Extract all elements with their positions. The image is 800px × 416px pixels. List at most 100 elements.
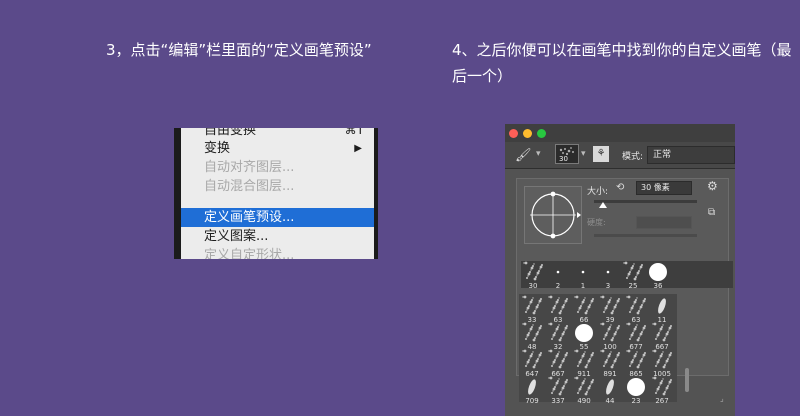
title-bar	[505, 124, 735, 142]
minimize-button[interactable]	[523, 129, 532, 138]
preset-brush-tile[interactable]	[572, 294, 596, 318]
brush-size-label: 267	[655, 397, 669, 405]
brush-tip-icon	[548, 322, 569, 342]
menu-item-label: 变换	[204, 141, 231, 156]
step3-text: 3，点击“编辑”栏里面的“定义画笔预设”	[106, 41, 372, 59]
preset-brush-tile[interactable]	[572, 348, 596, 372]
brush-tip-icon	[652, 349, 673, 369]
new-preset-icon[interactable]: ⧉	[708, 207, 715, 218]
brush-size-label: 30	[528, 282, 538, 290]
menu-item-transform[interactable]: 变换 ▶	[181, 139, 374, 158]
brush-tip-icon	[626, 322, 647, 342]
brush-size-label: 3	[605, 282, 611, 290]
brush-size-label: 709	[525, 397, 539, 405]
brush-tip-icon	[600, 349, 621, 369]
brush-tip-icon	[556, 270, 560, 274]
menu-item-auto-blend-layers[interactable]: 自动混合图层...	[181, 177, 374, 196]
mode-label: 模式:	[622, 152, 644, 162]
brush-size-label: 490	[577, 397, 591, 405]
recent-brush-tile[interactable]	[521, 260, 545, 284]
brush-size-label: 337	[551, 397, 565, 405]
hardness-field[interactable]	[636, 216, 692, 229]
brush-icon[interactable]: 🖌	[515, 148, 532, 163]
preset-brush-tile[interactable]	[520, 321, 544, 345]
brush-size-label: 44	[605, 397, 615, 405]
preset-brush-tile[interactable]	[624, 348, 648, 372]
brush-tip-icon	[574, 295, 595, 315]
brush-tip-icon	[623, 261, 644, 281]
edit-menu: 自由变换 ⌘T 变换 ▶ 自动对齐图层... 自动混合图层... 定义画笔预设.…	[174, 128, 378, 259]
mode-select[interactable]: 正常	[647, 146, 735, 164]
preset-brush-tile[interactable]	[572, 321, 596, 345]
brush-tip-icon	[649, 263, 667, 281]
preset-brush-tile[interactable]	[520, 348, 544, 372]
brush-tip-icon	[548, 349, 569, 369]
brush-angle-roundness-control[interactable]	[524, 186, 582, 244]
recent-brush-tile[interactable]	[596, 260, 620, 284]
close-button[interactable]	[509, 129, 518, 138]
brush-tip-icon	[652, 376, 673, 396]
menu-item-define-brush-preset[interactable]: 定义画笔预设...	[181, 208, 374, 227]
brush-panel-toggle-icon[interactable]: ⚘	[593, 146, 609, 162]
size-label: 大小:	[587, 187, 609, 197]
menu-item-define-custom-shape[interactable]: 定义自定形状...	[181, 246, 374, 259]
size-slider-thumb[interactable]	[599, 202, 608, 208]
preset-brush-tile[interactable]	[650, 375, 674, 399]
brush-tip-icon	[528, 379, 536, 395]
options-bar: 🖌 ▾ 30 ▾ ⚘ 模式: 正常	[505, 142, 735, 169]
recent-brush-tile[interactable]	[571, 260, 595, 284]
preset-brush-tile[interactable]	[598, 294, 622, 318]
brush-tip-icon	[600, 295, 621, 315]
brush-tip-icon	[627, 378, 645, 396]
brush-tip-icon	[522, 295, 543, 315]
brush-tip-icon	[575, 324, 593, 342]
preset-brush-tile[interactable]	[624, 294, 648, 318]
preset-brush-tile[interactable]	[624, 375, 648, 399]
photoshop-window: 🖌 ▾ 30 ▾ ⚘ 模式: 正常 大小: ⟲ 30 像素 硬度: ⚙ ⧉ ⌟ …	[505, 124, 735, 416]
preset-brush-tile[interactable]	[520, 375, 544, 399]
brush-tip-icon	[652, 322, 673, 342]
brush-preset-size: 30	[559, 155, 568, 163]
size-field[interactable]: 30 像素	[636, 181, 692, 195]
recent-brush-tile[interactable]	[546, 260, 570, 284]
preset-brush-tile[interactable]	[650, 321, 674, 345]
brush-tip-icon	[574, 376, 595, 396]
brush-tip-icon	[523, 261, 544, 281]
brush-tip-icon	[548, 295, 569, 315]
preset-brush-tile[interactable]	[546, 348, 570, 372]
preset-brush-tile[interactable]	[624, 321, 648, 345]
preset-brush-tile[interactable]	[598, 321, 622, 345]
reset-icon[interactable]: ⟲	[616, 182, 624, 193]
preset-brush-tile[interactable]	[650, 348, 674, 372]
size-slider[interactable]	[594, 200, 697, 203]
preset-brush-tile[interactable]	[520, 294, 544, 318]
preset-brush-tile[interactable]	[598, 348, 622, 372]
chevron-down-icon[interactable]: ▾	[536, 149, 541, 159]
brush-tip-icon	[626, 295, 647, 315]
menu-item-label: 自由变换	[204, 128, 257, 138]
brush-size-label: 2	[555, 282, 561, 290]
submenu-arrow-icon: ▶	[354, 143, 362, 154]
preset-brush-tile[interactable]	[650, 294, 674, 318]
preset-brush-tile[interactable]	[546, 294, 570, 318]
preset-brush-tile[interactable]	[572, 375, 596, 399]
recent-brush-tile[interactable]	[621, 260, 645, 284]
chevron-down-icon[interactable]: ▾	[581, 149, 586, 159]
preset-grid-scrollbar[interactable]	[685, 368, 689, 392]
menu-item-define-pattern[interactable]: 定义图案...	[181, 227, 374, 246]
brush-size-label: 23	[631, 397, 641, 405]
hardness-label: 硬度:	[587, 218, 606, 227]
preset-brush-tile[interactable]	[546, 375, 570, 399]
zoom-button[interactable]	[537, 129, 546, 138]
brush-tip-icon	[522, 349, 543, 369]
brush-tip-icon	[522, 322, 543, 342]
brush-size-label: 36	[653, 282, 663, 290]
preset-brush-tile[interactable]	[546, 321, 570, 345]
resize-grip-icon[interactable]: ⌟	[720, 394, 724, 403]
recent-brush-tile[interactable]	[646, 260, 670, 284]
brush-tip-icon	[581, 270, 585, 274]
menu-item-auto-align-layers[interactable]: 自动对齐图层...	[181, 158, 374, 177]
hardness-slider[interactable]	[594, 234, 697, 237]
gear-icon[interactable]: ⚙	[707, 179, 718, 193]
preset-brush-tile[interactable]	[598, 375, 622, 399]
